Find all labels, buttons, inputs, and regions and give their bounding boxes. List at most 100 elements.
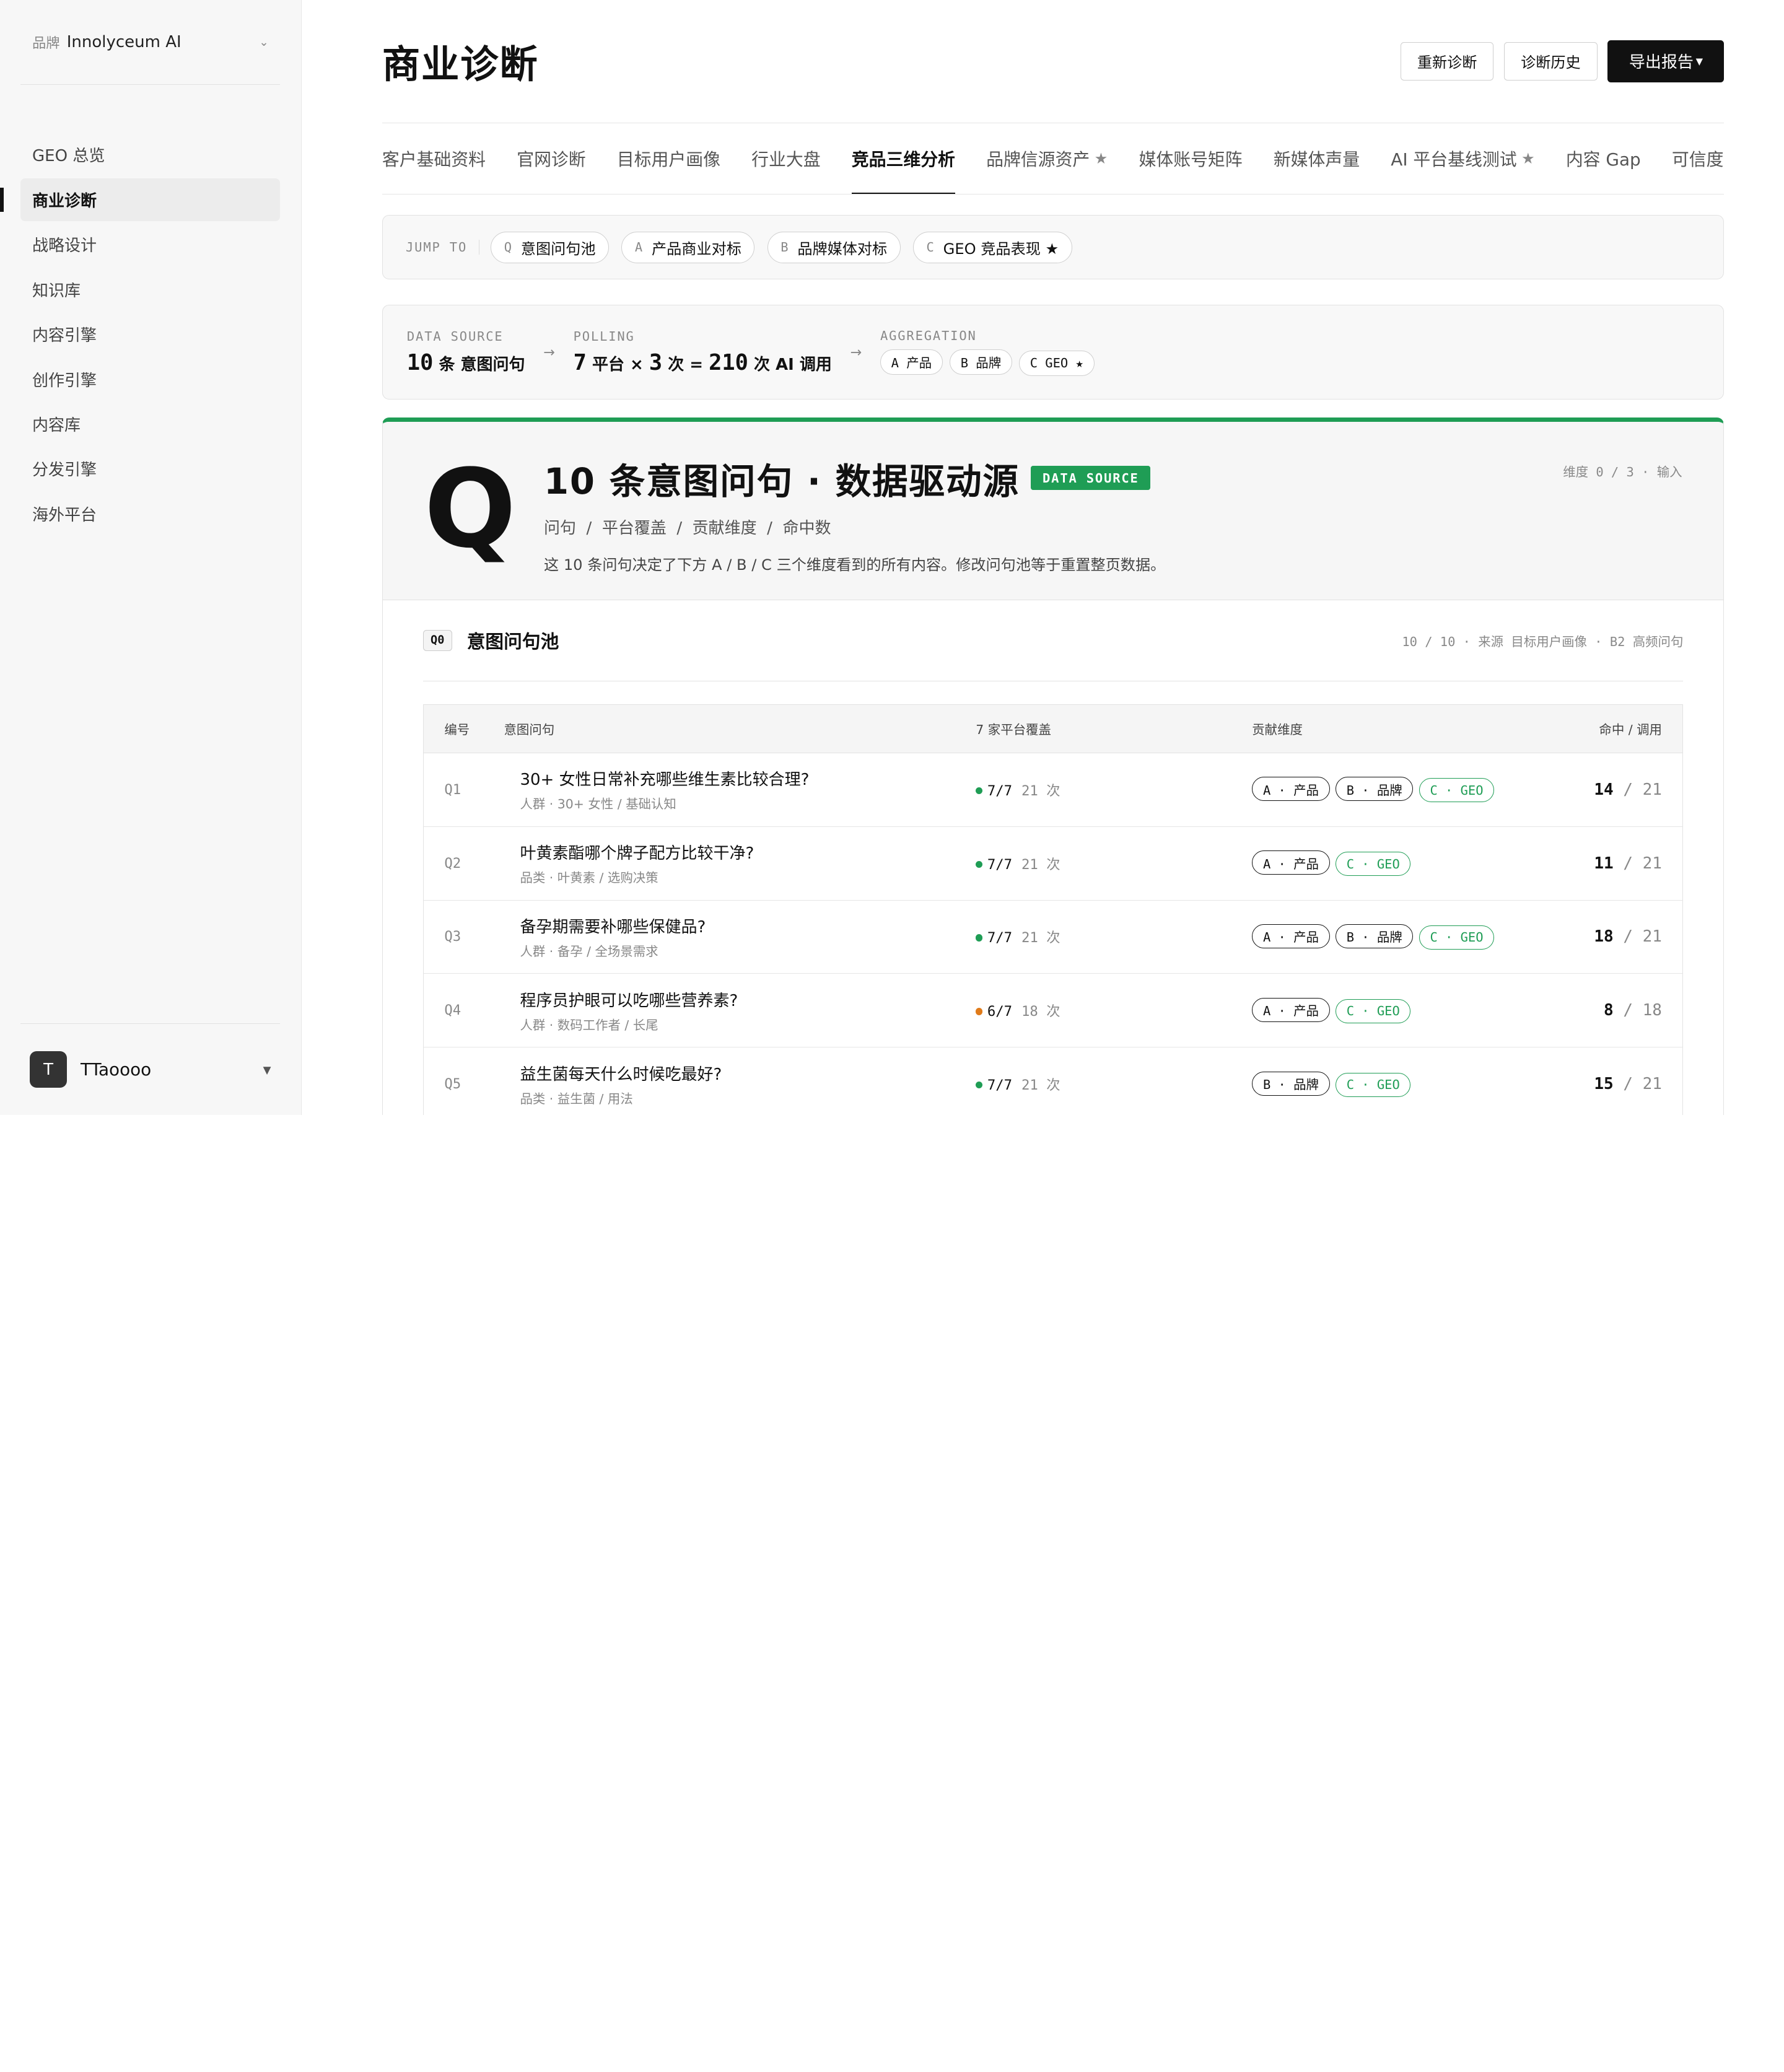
hits-cell: 18 / 21 <box>1544 900 1683 974</box>
tab-label: 目标用户画像 <box>616 149 720 170</box>
jump-chip-key: Q <box>504 240 512 255</box>
jump-chip[interactable]: B 品牌媒体对标 <box>767 232 901 263</box>
coverage-times: 21 次 <box>1021 930 1060 946</box>
sidebar-item[interactable]: 内容引擎 <box>20 313 280 356</box>
data-source-block: DATA SOURCE 10 条 意图问句 <box>407 329 525 375</box>
status-dot-icon <box>976 787 983 794</box>
rediagnose-button[interactable]: 重新诊断 <box>1400 42 1494 81</box>
tab-label: 可信度 <box>1671 149 1724 170</box>
tab[interactable]: 新媒体声量 <box>1274 123 1360 194</box>
round-count: 3 <box>649 349 663 375</box>
sidebar-item[interactable]: 战略设计 <box>20 223 280 266</box>
question-cell: 程序员护眼可以吃哪些营养素? 人群 · 数码工作者 / 长尾 <box>504 973 976 1048</box>
table-row[interactable]: Q5 益生菌每天什么时候吃最好? 品类 · 益生菌 / 用法 7/7 21 次 B · 品… <box>423 1047 1683 1116</box>
dims-cell: A · 产品 B · 品牌 C · GEO <box>1252 753 1545 827</box>
sidebar-item[interactable]: GEO 总览 <box>20 134 280 177</box>
coverage-times: 21 次 <box>1021 856 1060 873</box>
polling-value: 7 平台 × 3 次 = 210 次 AI 调用 <box>574 350 832 375</box>
aggregation-label: AGGREGATION <box>880 328 977 344</box>
tab-label: 媒体账号矩阵 <box>1139 149 1243 170</box>
data-source-badge: DATA SOURCE <box>1031 466 1151 491</box>
dimension-chip: C · GEO <box>1335 852 1411 876</box>
tab[interactable]: 客户基础资料 <box>382 123 486 194</box>
question-tags: 人群 · 数码工作者 / 长尾 <box>520 1017 658 1033</box>
sidebar-item[interactable]: 分发引擎 <box>20 448 280 491</box>
user-menu[interactable]: T TTaoooo ▼ <box>20 1023 281 1116</box>
tab[interactable]: 可信度 <box>1672 123 1724 194</box>
sidebar-item[interactable]: 商业诊断 <box>0 178 281 221</box>
table-row[interactable]: Q1 30+ 女性日常补充哪些维生素比较合理? 人群 · 30+ 女性 / 基础认知… <box>423 753 1683 827</box>
tab[interactable]: 媒体账号矩阵 <box>1139 123 1242 194</box>
status-dot-icon <box>976 934 983 942</box>
table-header-row: 编号 意图问句 7 家平台覆盖 贡献维度 命中 / 调用 <box>423 704 1683 753</box>
tab[interactable]: 品牌信源资产 ★ <box>986 123 1108 194</box>
history-button[interactable]: 诊断历史 <box>1504 42 1598 81</box>
sidebar-item[interactable]: 知识库 <box>20 268 280 311</box>
row-id: Q2 <box>423 826 504 901</box>
dimension-chip: C · GEO <box>1335 1072 1411 1097</box>
brand-switcher[interactable]: 品牌 Innolyceum AI ⌄ <box>20 0 281 85</box>
arrow-right-icon: → <box>850 344 862 361</box>
coverage-ratio: 7/7 <box>987 930 1013 946</box>
coverage-times: 18 次 <box>1021 1003 1060 1020</box>
jump-chip[interactable]: Q 意图问句池 <box>491 232 609 263</box>
hit-count: 15 <box>1594 1075 1614 1094</box>
question-cell: 备孕期需要补哪些保健品? 人群 · 备孕 / 全场景需求 <box>504 900 976 974</box>
hits-cell: 8 / 18 <box>1544 973 1683 1048</box>
tab[interactable]: 内容 Gap <box>1566 123 1641 194</box>
row-id: Q5 <box>423 1047 504 1116</box>
table-body: Q1 30+ 女性日常补充哪些维生素比较合理? 人群 · 30+ 女性 / 基础认知… <box>423 753 1683 1116</box>
jump-chips: Q 意图问句池 A 产品商业对标 B 品牌媒体对标 C GEO 竞品表现 ★ <box>491 232 1085 263</box>
dimension-chip: B · 品牌 <box>1335 924 1414 948</box>
pool-title: 意图问句池 <box>466 631 559 654</box>
aggregation-chip[interactable]: A 产品 <box>880 349 943 375</box>
brand-prefix: 品牌 <box>32 35 60 52</box>
coverage-times: 21 次 <box>1021 1077 1060 1094</box>
tab[interactable]: 目标用户画像 <box>617 123 720 194</box>
section-letter: Q <box>424 446 517 572</box>
jump-chip[interactable]: A 产品商业对标 <box>621 232 755 263</box>
jump-chip[interactable]: C GEO 竞品表现 ★ <box>913 232 1072 263</box>
tab-label: AI 平台基线测试 <box>1391 149 1517 170</box>
hits-cell: 14 / 21 <box>1544 753 1683 827</box>
aggregation-chip[interactable]: B 品牌 <box>949 349 1012 375</box>
call-count: 21 <box>1642 780 1662 799</box>
tab[interactable]: 竞品三维分析 <box>851 123 955 195</box>
sidebar-item[interactable]: 内容库 <box>20 403 280 445</box>
table-row[interactable]: Q4 程序员护眼可以吃哪些营养素? 人群 · 数码工作者 / 长尾 6/7 18 次 A … <box>423 973 1683 1048</box>
tab[interactable]: 行业大盘 <box>751 123 820 194</box>
star-icon: ★ <box>1094 149 1108 167</box>
col-id: 编号 <box>423 704 504 753</box>
rounds-text: 次 = <box>668 355 704 374</box>
call-count: 21 <box>1642 927 1662 946</box>
table-row[interactable]: Q3 备孕期需要补哪些保健品? 人群 · 备孕 / 全场景需求 7/7 21 次 A · … <box>423 900 1683 974</box>
dimension-chip: A · 产品 <box>1252 924 1330 948</box>
question-cell: 益生菌每天什么时候吃最好? 品类 · 益生菌 / 用法 <box>504 1047 976 1116</box>
hit-count: 11 <box>1594 854 1614 873</box>
total-count: 210 <box>709 349 748 375</box>
card-body: Q0 意图问句池 10 / 10 · 来源 目标用户画像 · B2 高频问句 编… <box>383 600 1724 1116</box>
card-description: 这 10 条问句决定了下方 A / B / C 三个维度看到的所有内容。修改问句… <box>544 556 1166 574</box>
tab[interactable]: 官网诊断 <box>517 123 585 194</box>
jump-chip-label: GEO 竞品表现 ★ <box>943 240 1059 258</box>
table-row[interactable]: Q2 叶黄素酯哪个牌子配方比较干净? 品类 · 叶黄素 / 选购决策 7/7 21 次 A… <box>423 826 1683 901</box>
export-report-button[interactable]: 导出报告 ▼ <box>1607 40 1725 83</box>
tab-label: 内容 Gap <box>1565 149 1641 170</box>
card-header: Q 10 条意图问句 · 数据驱动源 DATA SOURCE 问句 / 平台覆盖… <box>382 422 1724 601</box>
source-value: 10 条 意图问句 <box>407 350 525 375</box>
tab-label: 新媒体声量 <box>1273 149 1360 170</box>
tab[interactable]: AI 平台基线测试 ★ <box>1391 123 1534 194</box>
dims-cell: B · 品牌 C · GEO <box>1252 1047 1545 1116</box>
dimension-meta: 维度 0 / 3 · 输入 <box>1563 464 1682 479</box>
question-text: 叶黄素酯哪个牌子配方比较干净? <box>520 844 754 863</box>
page-title: 商业诊断 <box>382 43 539 87</box>
aggregation-chips: A 产品 B 品牌 C GEO ★ <box>880 349 1101 376</box>
caret-down-icon: ▼ <box>1695 55 1703 67</box>
coverage-ratio: 6/7 <box>987 1003 1013 1020</box>
coverage-cell: 7/7 21 次 <box>976 900 1253 974</box>
call-count: 21 <box>1642 1075 1662 1094</box>
sidebar-item[interactable]: 创作引擎 <box>20 358 280 401</box>
sidebar-nav: GEO 总览 商业诊断 战略设计 知识库 内容引擎 创作引擎 内容库 分发引擎 海外平台 <box>0 134 281 538</box>
sidebar-item[interactable]: 海外平台 <box>20 492 280 535</box>
aggregation-chip[interactable]: C GEO ★ <box>1018 350 1095 376</box>
